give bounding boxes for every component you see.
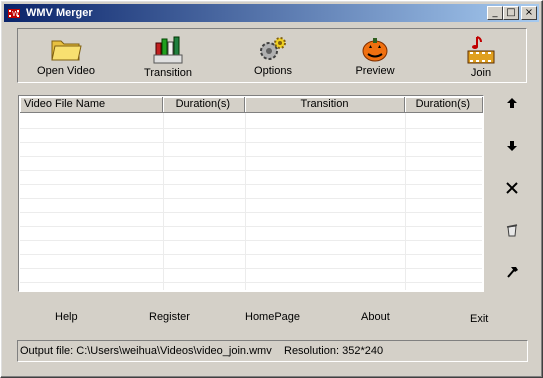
about-button[interactable]: About	[361, 311, 390, 323]
grid-column-line	[405, 113, 406, 290]
pumpkin-icon	[362, 38, 388, 62]
grid-row-line	[20, 184, 482, 185]
column-header-transition-duration[interactable]: Duration(s)	[405, 97, 483, 113]
maximize-button[interactable]: □	[503, 6, 519, 20]
clear-all-button[interactable]	[502, 223, 522, 243]
grid-row-line	[20, 156, 482, 157]
film-reel-icon: W	[8, 9, 20, 18]
toolbar: Open Video Transition Options Preview Jo…	[17, 28, 527, 83]
folder-icon	[51, 40, 82, 61]
trash-icon	[506, 224, 518, 237]
pencils-icon	[153, 36, 183, 64]
output-file-text: Output file: C:\Users\weihua\Videos\vide…	[20, 345, 272, 357]
grid-row-line	[20, 128, 482, 129]
grid-column-line	[163, 113, 164, 290]
grid-row-line	[20, 142, 482, 143]
arrow-down-icon	[507, 141, 517, 151]
options-button[interactable]: Options	[238, 31, 308, 81]
music-film-icon	[467, 36, 495, 64]
grid-row-line	[20, 212, 482, 213]
grid-row-line	[20, 240, 482, 241]
delete-button[interactable]	[502, 181, 522, 201]
preview-button[interactable]: Preview	[340, 31, 410, 81]
resolution-text: Resolution: 352*240	[284, 345, 384, 357]
preview-label: Preview	[355, 65, 395, 77]
column-header-video-file-name[interactable]: Video File Name	[20, 97, 163, 113]
homepage-button[interactable]: HomePage	[245, 311, 300, 323]
title-bar[interactable]: W WMV Merger _ □ ×	[4, 4, 539, 22]
column-header-duration[interactable]: Duration(s)	[163, 97, 245, 113]
grid-row-line	[20, 170, 482, 171]
help-button[interactable]: Help	[55, 311, 78, 323]
minimize-button[interactable]: _	[487, 6, 503, 20]
grid-column-line	[245, 113, 246, 290]
arrow-up-icon	[507, 98, 517, 108]
exit-button[interactable]: Exit	[470, 313, 488, 325]
grid-row-line	[20, 198, 482, 199]
column-header-transition[interactable]: Transition	[245, 97, 405, 113]
move-down-button[interactable]	[502, 139, 522, 159]
window-title: WMV Merger	[26, 7, 93, 19]
join-label: Join	[470, 67, 492, 79]
grid-row-line	[20, 268, 482, 269]
transition-label: Transition	[144, 67, 192, 79]
join-button[interactable]: Join	[446, 31, 516, 81]
hammer-icon	[506, 267, 518, 278]
app-window: W WMV Merger _ □ × Open Video Transition	[0, 0, 543, 378]
register-button[interactable]: Register	[149, 311, 190, 323]
open-video-label: Open Video	[37, 65, 95, 77]
grid-row-line	[20, 282, 482, 283]
delete-icon	[506, 182, 518, 194]
status-bar: Output file: C:\Users\weihua\Videos\vide…	[17, 340, 528, 362]
transition-button[interactable]: Transition	[133, 31, 203, 81]
grid-row-line	[20, 226, 482, 227]
gears-icon	[260, 37, 286, 60]
options-label: Options	[254, 65, 292, 77]
move-up-button[interactable]	[502, 96, 522, 116]
close-button[interactable]: ×	[521, 6, 537, 20]
grid-row-line	[20, 254, 482, 255]
video-list[interactable]: Video File Name Duration(s) Transition D…	[18, 95, 484, 292]
svg-text:W: W	[12, 10, 19, 18]
open-video-button[interactable]: Open Video	[26, 31, 106, 81]
tools-button[interactable]	[502, 265, 522, 285]
